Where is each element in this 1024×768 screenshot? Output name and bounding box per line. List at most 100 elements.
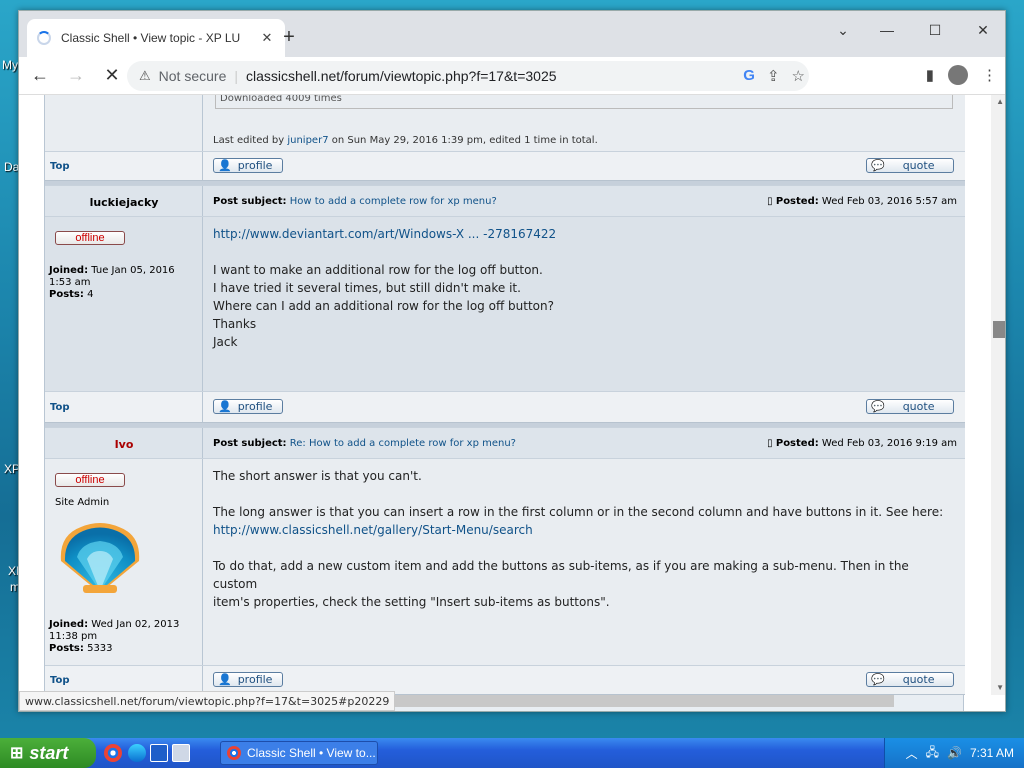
post-subject-link[interactable]: How to add a complete row for xp menu? xyxy=(290,196,497,207)
author-rank: Site Admin xyxy=(55,497,110,508)
start-button[interactable]: ⊞ start xyxy=(0,738,96,768)
author-post-count: Posts: 5333 xyxy=(49,643,113,654)
share-icon[interactable]: ⇪ xyxy=(767,67,780,85)
url-text[interactable]: classicshell.net/forum/viewtopic.php?f=1… xyxy=(246,68,557,84)
quote-icon: 💬 xyxy=(871,673,885,686)
author-joined: Joined: Wed Jan 02, 2013 11:38 pm xyxy=(49,619,199,643)
scroll-down-icon[interactable]: ▼ xyxy=(996,683,1004,692)
attachment-download-count: Downloaded 4009 times xyxy=(215,95,953,109)
profile-label: profile xyxy=(237,159,273,172)
top-link[interactable]: Top xyxy=(50,675,70,686)
profile-button[interactable]: 👤 profile xyxy=(213,158,283,173)
post-icon[interactable]: ▯ xyxy=(767,438,773,449)
network-icon[interactable]: 🖧 xyxy=(926,743,939,764)
clock[interactable]: 7:31 AM xyxy=(970,746,1014,760)
stop-loading-button[interactable]: ✕ xyxy=(97,65,127,86)
post-paragraph: To do that, add a new custom item and ad… xyxy=(213,559,909,591)
posted-date: Wed Feb 03, 2016 5:57 am xyxy=(821,196,957,207)
browser-window: Classic Shell • View topic - XP LU ✕ + ⌄… xyxy=(18,10,1006,712)
joined-label: Joined: xyxy=(49,619,89,630)
previous-post-tail: Downloaded 4009 times Last edited by jun… xyxy=(45,95,965,151)
post-link[interactable]: http://www.classicshell.net/gallery/Star… xyxy=(213,523,533,537)
chrome-icon xyxy=(227,746,241,760)
tab-search-icon[interactable]: ⌄ xyxy=(821,15,865,45)
post-footer: Top 👤 profile 💬 quote xyxy=(45,151,965,181)
post-body: offline Joined: Tue Jan 05, 2016 1:53 am… xyxy=(45,217,965,391)
offline-badge: offline xyxy=(55,231,125,245)
profile-icon: 👤 xyxy=(218,400,232,413)
posts-label: Posts: xyxy=(49,643,84,654)
quote-button[interactable]: 💬 quote xyxy=(866,399,954,414)
show-desktop-icon[interactable] xyxy=(172,744,190,762)
profile-icon: 👤 xyxy=(218,673,232,686)
back-button[interactable]: ← xyxy=(25,65,55,86)
side-panel-icon[interactable]: ▮ xyxy=(926,66,934,84)
profile-icon: 👤 xyxy=(218,159,232,172)
menu-kebab-icon[interactable]: ⋮ xyxy=(982,66,997,84)
profile-button[interactable]: 👤 profile xyxy=(213,399,283,414)
post-subject-label: Post subject: xyxy=(213,196,287,207)
taskbar: ⊞ start Classic Shell • View to... ︿ 🖧 🔊… xyxy=(0,738,1024,768)
horizontal-scrollbar-thumb[interactable] xyxy=(394,695,894,707)
chrome-icon[interactable] xyxy=(104,744,122,762)
post-content: http://www.deviantart.com/art/Windows-X … xyxy=(213,225,556,351)
post-line: I have tried it several times, but still… xyxy=(213,281,521,295)
browser-tab[interactable]: Classic Shell • View topic - XP LU ✕ xyxy=(27,19,285,57)
posted-label: Posted: xyxy=(775,196,819,207)
post-link[interactable]: http://www.deviantart.com/art/Windows-X … xyxy=(213,227,556,241)
windows-flag-icon: ⊞ xyxy=(10,745,24,762)
scroll-up-icon[interactable]: ▲ xyxy=(996,97,1004,106)
posts-label: Posts: xyxy=(49,289,84,300)
maximize-button[interactable]: ☐ xyxy=(913,15,957,45)
status-bar-url: www.classicshell.net/forum/viewtopic.php… xyxy=(19,691,396,711)
forum-topic: Downloaded 4009 times Last edited by jun… xyxy=(44,95,965,711)
address-bar[interactable]: ⚠ Not secure | classicshell.net/forum/vi… xyxy=(127,61,809,91)
forward-button[interactable]: → xyxy=(61,65,91,86)
posts-count: 4 xyxy=(87,289,94,300)
scrollbar-thumb[interactable] xyxy=(993,321,1005,338)
quote-icon: 💬 xyxy=(871,400,885,413)
quote-icon: 💬 xyxy=(871,159,885,172)
post-content: The short answer is that you can't. The … xyxy=(213,467,953,611)
posts-count: 5333 xyxy=(87,643,113,654)
post-author[interactable]: luckiejacky xyxy=(45,196,203,209)
google-icon[interactable]: G xyxy=(743,67,755,85)
vertical-scrollbar[interactable]: ▲ ▼ xyxy=(991,95,1005,695)
offline-badge: offline xyxy=(55,473,125,487)
volume-icon[interactable]: 🔊 xyxy=(947,746,962,760)
window-switcher-icon[interactable] xyxy=(150,744,168,762)
post-header: Ivo Post subject: Re: How to add a compl… xyxy=(45,427,965,459)
last-edited-note: Last edited by juniper7 on Sun May 29, 2… xyxy=(213,135,598,146)
joined-label: Joined: xyxy=(49,265,89,276)
new-tab-button[interactable]: + xyxy=(277,25,301,49)
page-viewport: Downloaded 4009 times Last edited by jun… xyxy=(19,95,1005,711)
post-line: Jack xyxy=(213,335,238,349)
post-author[interactable]: Ivo xyxy=(45,438,203,451)
post-subject-link[interactable]: Re: How to add a complete row for xp men… xyxy=(290,438,516,449)
not-secure-label[interactable]: Not secure xyxy=(159,68,227,84)
close-window-button[interactable]: ✕ xyxy=(961,15,1005,45)
profile-avatar-icon[interactable] xyxy=(948,65,968,85)
taskbar-item-browser[interactable]: Classic Shell • View to... xyxy=(220,741,378,765)
tray-expand-icon[interactable]: ︿ xyxy=(906,745,918,762)
edit-suffix: on Sun May 29, 2016 1:39 pm, edited 1 ti… xyxy=(328,135,598,146)
minimize-button[interactable]: — xyxy=(865,15,909,45)
edit-user-link[interactable]: juniper7 xyxy=(287,135,328,146)
posted-date: Wed Feb 03, 2016 9:19 am xyxy=(821,438,957,449)
close-tab-icon[interactable]: ✕ xyxy=(259,30,275,46)
post-date: ▯ Posted: Wed Feb 03, 2016 9:19 am xyxy=(767,438,957,449)
author-post-count: Posts: 4 xyxy=(49,289,93,300)
browser-toolbar: ← → ✕ ⚠ Not secure | classicshell.net/fo… xyxy=(19,57,1005,95)
post-icon[interactable]: ▯ xyxy=(767,196,773,207)
warning-icon[interactable]: ⚠ xyxy=(139,68,151,84)
quote-button[interactable]: 💬 quote xyxy=(866,672,954,687)
quote-button[interactable]: 💬 quote xyxy=(866,158,954,173)
profile-button[interactable]: 👤 profile xyxy=(213,672,283,687)
bookmark-star-icon[interactable]: ☆ xyxy=(792,67,805,85)
desktop-icon-label[interactable]: My xyxy=(2,58,18,72)
top-link[interactable]: Top xyxy=(50,402,70,413)
post-paragraph: item's properties, check the setting "In… xyxy=(213,595,610,609)
top-link[interactable]: Top xyxy=(50,161,70,172)
edge-icon[interactable] xyxy=(128,744,146,762)
system-tray: ︿ 🖧 🔊 7:31 AM xyxy=(884,738,1024,768)
